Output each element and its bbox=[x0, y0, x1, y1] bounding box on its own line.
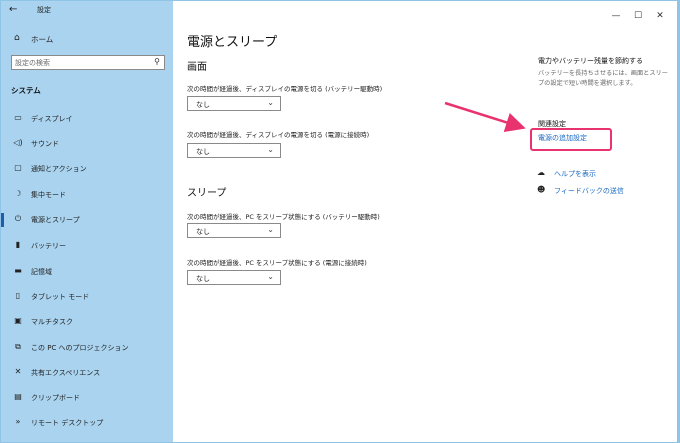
sidebar-item-clipboard[interactable]: ▤ クリップボード bbox=[1, 387, 173, 409]
sidebar-item-focus[interactable]: ☽ 集中モード bbox=[1, 184, 173, 206]
moon-icon: ☽ bbox=[14, 189, 22, 198]
multitask-icon: ▣ bbox=[14, 316, 22, 325]
share-icon: ✕ bbox=[14, 367, 22, 376]
display-icon: ▭ bbox=[14, 113, 22, 122]
sidebar-item-multitask[interactable]: ▣ マルチタスク bbox=[1, 311, 173, 333]
sidebar-item-label: この PC へのプロジェクション bbox=[31, 344, 129, 352]
search-icon[interactable]: ⚲ bbox=[154, 57, 160, 66]
app-title: 設定 bbox=[37, 6, 51, 14]
sidebar-item-label: 記憶域 bbox=[31, 268, 52, 276]
active-indicator bbox=[1, 213, 4, 227]
sidebar-item-shared-experiences[interactable]: ✕ 共有エクスペリエンス bbox=[1, 362, 173, 384]
back-arrow-icon[interactable]: ← bbox=[9, 4, 17, 15]
storage-icon: ▬ bbox=[14, 266, 22, 275]
search-input[interactable] bbox=[15, 57, 145, 68]
sidebar-item-notifications[interactable]: ▢ 通知とアクション bbox=[1, 158, 173, 180]
section-heading: システム bbox=[11, 86, 41, 95]
sidebar-item-storage[interactable]: ▬ 記憶域 bbox=[1, 261, 173, 283]
sidebar: ← 設定 ⌂ ホーム ⚲ システム ▭ ディスプレイ ◁) サウンド ▢ 通知と… bbox=[1, 1, 173, 442]
sidebar-item-label: 共有エクスペリエンス bbox=[31, 369, 101, 377]
sidebar-item-label: 通知とアクション bbox=[31, 165, 87, 173]
clipboard-icon: ▤ bbox=[14, 392, 22, 401]
power-icon: ⏻ bbox=[14, 214, 22, 223]
battery-icon: ▮ bbox=[15, 240, 21, 249]
sidebar-item-label: マルチタスク bbox=[31, 318, 73, 326]
sidebar-item-label: サウンド bbox=[31, 140, 59, 148]
sidebar-item-label: ディスプレイ bbox=[31, 115, 73, 123]
settings-window: ← 設定 ⌂ ホーム ⚲ システム ▭ ディスプレイ ◁) サウンド ▢ 通知と… bbox=[1, 1, 677, 442]
notification-icon: ▢ bbox=[14, 163, 22, 172]
sidebar-item-sound[interactable]: ◁) サウンド bbox=[1, 133, 173, 155]
sidebar-item-label: 電源とスリープ bbox=[31, 216, 80, 224]
sidebar-item-label: クリップボード bbox=[31, 394, 80, 402]
search-box[interactable]: ⚲ bbox=[11, 55, 165, 70]
sidebar-item-tablet[interactable]: ▯ タブレット モード bbox=[1, 286, 173, 308]
sidebar-item-projection[interactable]: ⧉ この PC へのプロジェクション bbox=[1, 337, 173, 359]
sidebar-item-label: リモート デスクトップ bbox=[31, 419, 104, 427]
remote-desktop-icon: » bbox=[15, 417, 21, 426]
sidebar-item-power-sleep[interactable]: ⏻ 電源とスリープ bbox=[1, 209, 173, 231]
sidebar-item-label: バッテリー bbox=[31, 242, 66, 250]
projection-icon: ⧉ bbox=[15, 342, 21, 351]
sidebar-item-label: タブレット モード bbox=[31, 293, 90, 301]
sidebar-item-display[interactable]: ▭ ディスプレイ bbox=[1, 108, 173, 130]
home-link[interactable]: ⌂ ホーム bbox=[1, 31, 173, 47]
home-label: ホーム bbox=[31, 35, 54, 44]
sidebar-item-remote-desktop[interactable]: » リモート デスクトップ bbox=[1, 412, 173, 434]
sidebar-item-battery[interactable]: ▮ バッテリー bbox=[1, 235, 173, 257]
tablet-icon: ▯ bbox=[15, 291, 21, 300]
title-bar: ← 設定 bbox=[1, 1, 173, 19]
annotation-arrow bbox=[444, 101, 526, 133]
main-content: — ☐ ✕ 電源とスリープ 画面 次の時間が経過後、ディスプレイの電源を切る (バッ… bbox=[173, 1, 677, 442]
speaker-icon: ◁) bbox=[13, 138, 23, 147]
sidebar-item-label: 集中モード bbox=[31, 191, 66, 199]
home-icon: ⌂ bbox=[14, 33, 20, 43]
